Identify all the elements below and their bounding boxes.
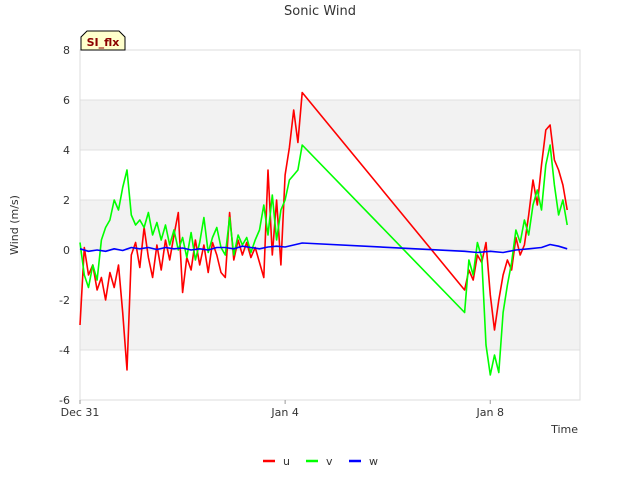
y-tick-label: -4 — [59, 344, 70, 357]
badge-label: SI_flx — [87, 36, 120, 49]
x-axis-ticks: Dec 31 Jan 4 Jan 8 — [61, 400, 504, 419]
y-tick-label: 8 — [63, 44, 70, 57]
sonic-wind-chart: Sonic Wind Wind (m/s) Time -6-4-202468 D… — [8, 4, 581, 468]
x-tick-label: Jan 4 — [270, 406, 298, 419]
x-tick-label: Jan 8 — [476, 406, 504, 419]
legend-label-u: u — [283, 455, 290, 468]
series-badge: SI_flx — [80, 30, 126, 51]
grid-band — [80, 100, 580, 150]
grid-bands — [80, 49, 580, 401]
legend-label-w: w — [369, 455, 378, 468]
y-tick-label: 4 — [63, 144, 70, 157]
y-tick-label: 2 — [63, 194, 70, 207]
legend: u v w — [263, 455, 378, 468]
y-axis-ticks: -6-4-202468 — [59, 44, 70, 407]
y-tick-label: -2 — [59, 294, 70, 307]
chart-title: Sonic Wind — [284, 4, 356, 19]
grid-band — [80, 200, 580, 250]
x-axis-label: Time — [550, 423, 578, 436]
legend-label-v: v — [326, 455, 333, 468]
y-axis-label: Wind (m/s) — [8, 195, 21, 255]
y-tick-label: 0 — [63, 244, 70, 257]
grid-band — [80, 300, 580, 350]
y-tick-label: 6 — [63, 94, 70, 107]
x-tick-label: Dec 31 — [61, 406, 100, 419]
